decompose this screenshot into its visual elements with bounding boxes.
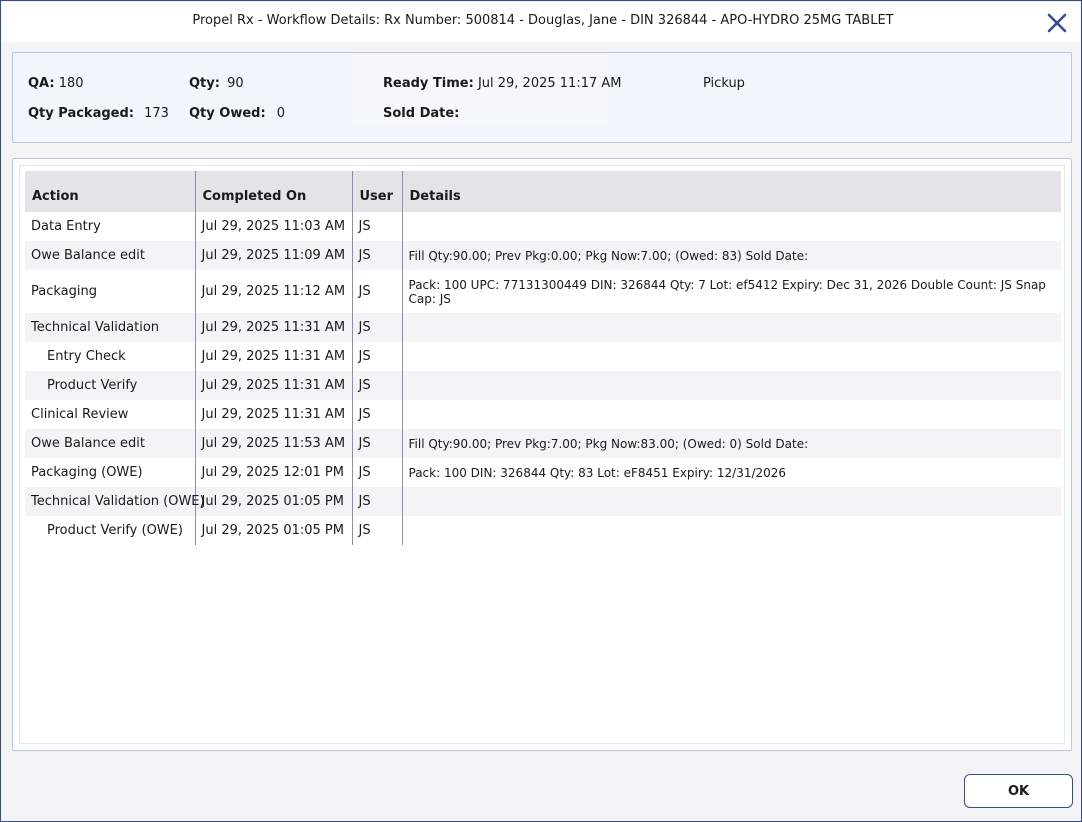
cell-completed-on: Jul 29, 2025 11:31 AM <box>194 400 352 429</box>
cell-user: JS <box>351 371 402 400</box>
table-row[interactable]: Entry Check Jul 29, 2025 11:31 AM JS <box>25 342 1061 371</box>
close-icon <box>1047 13 1067 33</box>
cell-details <box>401 487 1061 516</box>
cell-completed-on: Jul 29, 2025 11:53 AM <box>194 429 352 458</box>
sold-date-label: Sold Date: <box>383 106 460 121</box>
cell-user: JS <box>351 458 402 487</box>
qty-owed-value: 0 <box>276 106 286 121</box>
cell-action: Packaging (OWE) <box>25 458 195 487</box>
cell-user: JS <box>351 342 402 371</box>
table-row[interactable]: Technical Validation Jul 29, 2025 11:31 A… <box>25 313 1061 342</box>
workflow-history-body: Data Entry Jul 29, 2025 11:03 AM JS Owe Bal… <box>25 212 1061 545</box>
table-row[interactable]: Clinical Review Jul 29, 2025 11:31 AM JS <box>25 400 1061 429</box>
cell-completed-on: Jul 29, 2025 11:12 AM <box>194 270 352 313</box>
table-row[interactable]: Packaging (OWE) Jul 29, 2025 12:01 PM JS Pa… <box>25 458 1061 487</box>
cell-details: Fill Qty:90.00; Prev Pkg:7.00; Pkg Now:8… <box>401 429 1061 458</box>
cell-action: Product Verify (OWE) <box>25 516 195 545</box>
workflow-grid-container: Action Completed On User Details Data En… <box>19 165 1065 744</box>
cell-completed-on: Jul 29, 2025 11:31 AM <box>194 371 352 400</box>
cell-user: JS <box>351 241 402 270</box>
ok-button[interactable]: OK <box>964 774 1073 808</box>
cell-user: JS <box>351 313 402 342</box>
cell-details: Pack: 100 DIN: 326844 Qty: 83 Lot: eF845… <box>401 458 1061 487</box>
qty-packaged-field: Qty Packaged: 173 <box>28 106 169 121</box>
cell-details <box>401 313 1061 342</box>
table-row[interactable]: Product Verify (OWE) Jul 29, 2025 01:05 P… <box>25 516 1061 545</box>
qa-label: QA: <box>28 76 55 91</box>
cell-details: Fill Qty:90.00; Prev Pkg:0.00; Pkg Now:7… <box>401 241 1061 270</box>
cell-action: Entry Check <box>25 342 195 371</box>
cell-details <box>401 212 1061 241</box>
cell-user: JS <box>351 516 402 545</box>
cell-completed-on: Jul 29, 2025 01:05 PM <box>194 516 352 545</box>
ready-time-value: Jul 29, 2025 11:17 AM <box>477 76 622 91</box>
dialog-title: Propel Rx - Workflow Details: Rx Number:… <box>192 13 894 28</box>
cell-action: Owe Balance edit <box>25 241 195 270</box>
qty-packaged-label: Qty Packaged: <box>28 106 134 121</box>
ready-time-field: Ready Time: Jul 29, 2025 11:17 AM <box>383 76 621 91</box>
table-row[interactable]: Owe Balance edit Jul 29, 2025 11:09 AM JS F… <box>25 241 1061 270</box>
column-header-completed-on[interactable]: Completed On <box>194 171 352 212</box>
qty-label: Qty: <box>189 76 220 91</box>
qty-value: 90 <box>227 76 244 91</box>
cell-action: Technical Validation <box>25 313 195 342</box>
table-row[interactable]: Owe Balance edit Jul 29, 2025 11:53 AM JS F… <box>25 429 1061 458</box>
qty-packaged-value: 173 <box>144 106 169 121</box>
ready-time-label: Ready Time: <box>383 76 474 91</box>
title-bar: Propel Rx - Workflow Details: Rx Number:… <box>2 2 1080 42</box>
workflow-details-dialog: Propel Rx - Workflow Details: Rx Number:… <box>0 0 1082 822</box>
column-header-action[interactable]: Action <box>25 171 195 212</box>
cell-details <box>401 342 1061 371</box>
cell-completed-on: Jul 29, 2025 11:09 AM <box>194 241 352 270</box>
qty-owed-label: Qty Owed: <box>189 106 266 121</box>
cell-user: JS <box>351 400 402 429</box>
workflow-grid-panel: Action Completed On User Details Data En… <box>12 158 1072 751</box>
cell-action: Owe Balance edit <box>25 429 195 458</box>
cell-action: Packaging <box>25 270 195 313</box>
qa-field: QA: 180 <box>28 76 84 91</box>
sold-date-field: Sold Date: <box>383 106 459 121</box>
cell-completed-on: Jul 29, 2025 11:31 AM <box>194 342 352 371</box>
qa-value: 180 <box>58 76 84 91</box>
cell-user: JS <box>351 212 402 241</box>
cell-action: Data Entry <box>25 212 195 241</box>
cell-details <box>401 371 1061 400</box>
cell-completed-on: Jul 29, 2025 11:03 AM <box>194 212 352 241</box>
cell-completed-on: Jul 29, 2025 11:31 AM <box>194 313 352 342</box>
workflow-history-table: Action Completed On User Details Data En… <box>25 171 1061 545</box>
column-header-details[interactable]: Details <box>401 171 1061 212</box>
qty-owed-field: Qty Owed: 0 <box>189 106 285 121</box>
cell-user: JS <box>351 487 402 516</box>
column-header-user[interactable]: User <box>351 171 402 212</box>
cell-details: Pack: 100 UPC: 77131300449 DIN: 326844 Q… <box>401 270 1061 313</box>
table-row[interactable]: Technical Validation (OWE) Jul 29, 2025 0… <box>25 487 1061 516</box>
rx-summary-panel: QA: 180 Qty: 90 Ready Time: Jul 29, 2025… <box>12 52 1072 143</box>
cell-details <box>401 400 1061 429</box>
cell-user: JS <box>351 429 402 458</box>
cell-completed-on: Jul 29, 2025 01:05 PM <box>194 487 352 516</box>
cell-user: JS <box>351 270 402 313</box>
close-button[interactable] <box>1044 10 1070 36</box>
table-header-row: Action Completed On User Details <box>25 171 1061 212</box>
cell-action: Clinical Review <box>25 400 195 429</box>
table-row[interactable]: Packaging Jul 29, 2025 11:12 AM JS Pack: 10… <box>25 270 1061 313</box>
cell-completed-on: Jul 29, 2025 12:01 PM <box>194 458 352 487</box>
cell-details <box>401 516 1061 545</box>
pickup-label: Pickup <box>703 76 745 91</box>
cell-action: Technical Validation (OWE) <box>25 487 205 516</box>
table-row[interactable]: Data Entry Jul 29, 2025 11:03 AM JS <box>25 212 1061 241</box>
qty-field: Qty: 90 <box>189 76 244 91</box>
table-row[interactable]: Product Verify Jul 29, 2025 11:31 AM JS <box>25 371 1061 400</box>
cell-action: Product Verify <box>25 371 195 400</box>
